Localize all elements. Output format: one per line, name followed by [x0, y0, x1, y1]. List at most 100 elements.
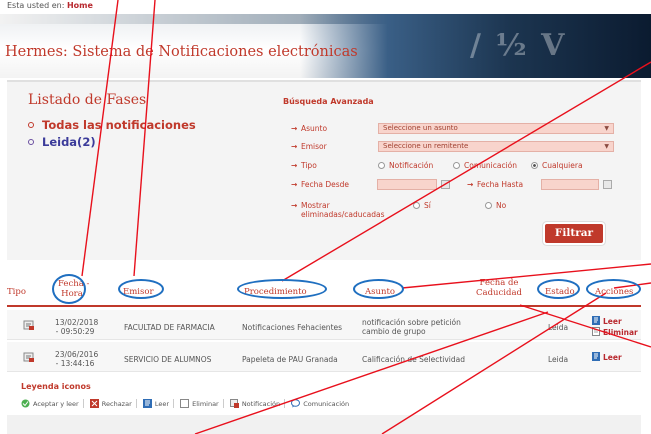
legend-label: Comunicación — [303, 400, 350, 408]
legend-rechazar: Rechazar — [89, 399, 137, 408]
legend-label: Notificación — [241, 400, 281, 408]
radio-label: Notificación — [389, 161, 434, 170]
cell-procedimiento: Notificaciones Fehacientes — [242, 323, 343, 332]
asunto-label: Asunto — [301, 124, 328, 133]
phase-item-label: Todas las notificaciones — [42, 118, 196, 132]
eliminar-icon — [592, 327, 600, 336]
annotation-oval — [586, 279, 641, 299]
phase-item-todas[interactable]: Todas las notificaciones — [28, 118, 196, 132]
leer-link[interactable]: Leer — [592, 316, 622, 326]
page-title: Hermes: Sistema de Notificaciones electr… — [5, 44, 358, 60]
legend-eliminar: Eliminar — [180, 399, 224, 408]
annotation-oval — [237, 279, 327, 299]
radio-label: No — [496, 201, 507, 210]
leer-link[interactable]: Leer — [592, 352, 622, 362]
emisor-label: Emisor — [301, 142, 327, 151]
fecha-desde-label-row: → Fecha Desde — [291, 180, 349, 189]
arrow-icon: → — [467, 180, 474, 189]
leyenda-bar: Aceptar y leer Rechazar Leer Eliminar No… — [21, 399, 357, 408]
cell-fecha-line2: - 09:50:29 — [55, 327, 95, 336]
fecha-desde-input[interactable] — [377, 179, 437, 190]
emisor-select-value: Seleccione un remitente — [383, 142, 469, 150]
chevron-down-icon: ▼ — [604, 143, 609, 150]
leyenda-title: Leyenda iconos — [21, 382, 91, 391]
arrow-icon: → — [291, 201, 298, 210]
table-row[interactable]: 23/06/2016- 13:44:16 SERVICIO DE ALUMNOS… — [7, 342, 641, 372]
legend-label: Leer — [154, 400, 170, 408]
bullet-icon — [28, 139, 34, 145]
bullet-icon — [28, 122, 34, 128]
radio-label: Cualquiera — [542, 161, 583, 170]
radio-dot — [413, 202, 420, 209]
emisor-select[interactable]: Seleccione un remitente ▼ — [378, 141, 614, 152]
cell-procedimiento: Papeleta de PAU Granada — [242, 355, 338, 364]
radio-label: Sí — [424, 201, 431, 210]
emisor-label-row: → Emisor — [291, 142, 327, 151]
fecha-hasta-label: Fecha Hasta — [477, 180, 524, 189]
cell-estado: Leida — [548, 355, 569, 364]
phase-item-label: Leida(2) — [42, 135, 96, 149]
radio-mostrar-no[interactable]: No — [485, 201, 506, 210]
mostrar-label: Mostrar — [301, 201, 330, 210]
arrow-icon: → — [291, 124, 298, 133]
cell-estado: Leida — [548, 323, 569, 332]
chevron-down-icon: ▼ — [604, 125, 609, 132]
reject-icon — [89, 399, 99, 408]
cell-asunto: Calificación de Selectividad — [362, 355, 465, 364]
legend-leer: Leer — [142, 399, 175, 408]
radio-comunicacion[interactable]: Comunicación — [453, 161, 517, 170]
cell-fecha: 23/06/2016- 13:44:16 — [55, 350, 98, 368]
legend-label: Eliminar — [192, 400, 219, 408]
phase-list: Todas las notificaciones Leida(2) — [28, 118, 196, 152]
asunto-select-value: Seleccione un asunto — [383, 124, 458, 132]
radio-dot — [485, 202, 492, 209]
annotation-oval — [537, 279, 580, 299]
radio-cualquiera[interactable]: Cualquiera — [531, 161, 583, 170]
notificacion-icon — [23, 320, 34, 330]
cell-fecha-line1: 13/02/2018 — [55, 318, 99, 327]
table-row[interactable]: 13/02/2018- 09:50:29 FACULTAD DE FARMACI… — [7, 310, 641, 340]
radio-mostrar-si[interactable]: Sí — [413, 201, 431, 210]
fecha-desde-label: Fecha Desde — [301, 180, 350, 189]
cell-asunto: notificación sobre petición cambio de gru… — [362, 318, 461, 336]
annotation-oval — [118, 279, 164, 299]
cell-asunto-line2: cambio de grupo — [362, 327, 426, 336]
cell-emisor: SERVICIO DE ALUMNOS — [124, 355, 212, 364]
radio-dot — [378, 162, 385, 169]
asunto-label-row: → Asunto — [291, 124, 327, 133]
check-icon — [21, 399, 30, 408]
radio-dot — [453, 162, 460, 169]
tipo-label-row: → Tipo — [291, 161, 317, 170]
breadcrumb: Esta usted en: Home — [7, 1, 93, 10]
arrow-icon: → — [291, 180, 298, 189]
leer-label: Leer — [603, 317, 622, 326]
tipo-label: Tipo — [301, 161, 317, 170]
fecha-hasta-input[interactable] — [541, 179, 599, 190]
filtrar-button[interactable]: Filtrar — [545, 224, 603, 243]
asunto-select[interactable]: Seleccione un asunto ▼ — [378, 123, 614, 134]
cell-fecha-line2: - 13:44:16 — [55, 359, 95, 368]
radio-notificacion[interactable]: Notificación — [378, 161, 433, 170]
radio-label: Comunicación — [464, 161, 517, 170]
cell-emisor: FACULTAD DE FARMACIA — [124, 323, 215, 332]
calendar-icon[interactable] — [441, 180, 450, 189]
col-caducidad-line1: Fecha de — [479, 278, 519, 288]
legend-aceptar: Aceptar y leer — [21, 399, 84, 408]
col-caducidad[interactable]: Fecha de Caducidad — [474, 278, 524, 298]
speech-bubble-icon — [291, 399, 301, 408]
notificacion-icon — [23, 352, 34, 362]
eliminar-icon — [180, 399, 190, 408]
advanced-search: Búsqueda Avanzada → Asunto Seleccione un … — [283, 97, 628, 250]
phase-item-leida[interactable]: Leida(2) — [28, 135, 196, 149]
listado-title: Listado de Fases — [28, 92, 147, 108]
cell-asunto-line1: notificación sobre petición — [362, 318, 461, 327]
annotation-oval — [353, 279, 404, 299]
radio-dot-selected — [531, 162, 538, 169]
calendar-icon[interactable] — [603, 180, 612, 189]
legend-notificacion: Notificación — [229, 399, 286, 408]
breadcrumb-home-link[interactable]: Home — [67, 1, 93, 10]
col-tipo[interactable]: Tipo — [7, 287, 26, 297]
col-caducidad-line2: Caducidad — [476, 288, 522, 298]
legend-label: Rechazar — [101, 400, 132, 408]
eliminar-link[interactable]: Eliminar — [592, 327, 638, 337]
